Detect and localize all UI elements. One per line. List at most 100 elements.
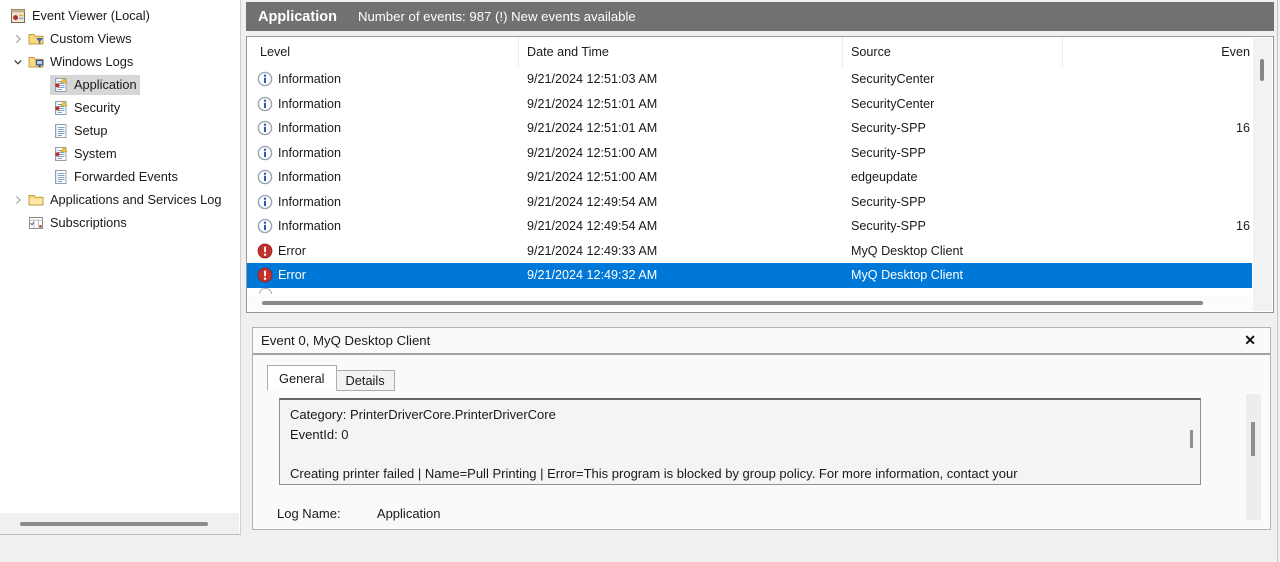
event-viewer-icon xyxy=(10,8,27,24)
datetime-cell: 9/21/2024 12:49:32 AM xyxy=(519,268,843,282)
event-viewer-window: Event Viewer (Local) Custom Views Windows … xyxy=(0,0,1280,562)
chevron-right-icon[interactable] xyxy=(10,192,26,208)
level-cell: Error xyxy=(247,267,519,283)
folder-filter-icon xyxy=(28,31,45,47)
folder-monitor-icon xyxy=(28,54,45,70)
chevron-right-icon[interactable] xyxy=(10,31,26,47)
information-icon xyxy=(257,169,273,185)
tab-general[interactable]: General xyxy=(267,365,337,391)
chevron-down-icon[interactable] xyxy=(10,54,26,70)
source-cell: Security-SPP xyxy=(843,219,1063,233)
log-title: Application xyxy=(258,9,337,25)
event-description-box[interactable]: Category: PrinterDriverCore.PrinterDrive… xyxy=(279,398,1201,485)
tree-item-label: Subscriptions xyxy=(50,215,127,230)
tree-item-subscriptions[interactable]: Subscriptions xyxy=(0,211,240,234)
level-cell: Information xyxy=(247,169,519,185)
information-icon xyxy=(257,96,273,112)
tree-item-application[interactable]: Application xyxy=(0,73,240,96)
log-header-bar: Application Number of events: 987 (!) Ne… xyxy=(246,2,1274,31)
tree-item-label: Application xyxy=(74,77,137,92)
tree-item-setup[interactable]: Setup xyxy=(0,119,240,142)
tree-item-label: Forwarded Events xyxy=(74,169,178,184)
subscriptions-icon xyxy=(28,215,45,231)
event-rows: Information9/21/2024 12:51:03 AMSecurity… xyxy=(247,67,1273,288)
level-label: Error xyxy=(278,268,306,282)
datetime-cell: 9/21/2024 12:51:03 AM xyxy=(519,72,843,86)
information-icon xyxy=(257,194,273,210)
tree-item-windows-logs[interactable]: Windows Logs xyxy=(0,50,240,73)
error-icon xyxy=(257,267,273,283)
level-label: Information xyxy=(278,97,341,111)
tree-item-event-viewer-local[interactable]: Event Viewer (Local) xyxy=(0,4,240,27)
event-row[interactable]: Error9/21/2024 12:49:33 AMMyQ Desktop Cl… xyxy=(247,239,1252,264)
description-error-line: Creating printer failed | Name=Pull Prin… xyxy=(290,464,1190,484)
source-cell: MyQ Desktop Client xyxy=(843,268,1063,282)
description-eventid-line: EventId: 0 xyxy=(290,425,1190,445)
scrollbar-thumb[interactable] xyxy=(1251,422,1255,456)
event-id-cell: 16 xyxy=(1063,121,1252,135)
event-row[interactable]: Information9/21/2024 12:51:01 AMSecurity… xyxy=(247,116,1252,141)
datetime-cell: 9/21/2024 12:51:00 AM xyxy=(519,170,843,184)
tree-item-label: Custom Views xyxy=(50,31,132,46)
event-row[interactable]: Error 9/21/2024 12:49:32 AMMyQ Desktop Cl… xyxy=(247,263,1252,288)
level-label: Information xyxy=(278,72,341,86)
level-label: Information xyxy=(278,146,341,160)
event-row[interactable]: Information9/21/2024 12:51:00 AMedgeupda… xyxy=(247,165,1252,190)
tree-item-forwarded-events[interactable]: Forwarded Events xyxy=(0,165,240,188)
tree-item-system[interactable]: System xyxy=(0,142,240,165)
source-cell: SecurityCenter xyxy=(843,72,1063,86)
event-row[interactable]: Information9/21/2024 12:49:54 AMSecurity… xyxy=(247,190,1252,215)
scrollbar-thumb[interactable] xyxy=(1260,59,1264,81)
column-header-event-id[interactable]: Even xyxy=(1063,37,1252,67)
column-header-level[interactable]: Level xyxy=(247,37,519,67)
error-icon xyxy=(257,243,273,259)
source-cell: edgeupdate xyxy=(843,170,1063,184)
source-cell: Security-SPP xyxy=(843,121,1063,135)
tree-item-label: System xyxy=(74,146,117,161)
column-header-date-and-time[interactable]: Date and Time xyxy=(519,37,843,67)
column-header-source[interactable]: Source xyxy=(843,37,1063,67)
source-cell: SecurityCenter xyxy=(843,97,1063,111)
scrollbar-thumb[interactable] xyxy=(20,522,208,526)
level-cell: Information xyxy=(247,194,519,210)
console-tree-panel: Event Viewer (Local) Custom Views Windows … xyxy=(0,0,241,535)
level-cell: Information xyxy=(247,218,519,234)
description-scrollbar-thumb[interactable] xyxy=(1190,430,1193,448)
preview-vertical-scrollbar[interactable] xyxy=(1246,394,1261,520)
datetime-cell: 9/21/2024 12:49:54 AM xyxy=(519,195,843,209)
list-header-row: Level Date and Time Source Even xyxy=(247,37,1252,67)
level-label: Information xyxy=(278,195,341,209)
tree-item-label: Applications and Services Log xyxy=(50,192,221,207)
close-icon[interactable]: ✕ xyxy=(1244,332,1256,349)
information-icon xyxy=(257,120,273,136)
tree-item-custom-views[interactable]: Custom Views xyxy=(0,27,240,50)
preview-tabs: General Details xyxy=(267,364,1270,391)
event-row[interactable]: Information 9/21/2024 12:51:03 AMSecurity… xyxy=(247,67,1252,92)
event-preview-pane: Event 0, MyQ Desktop Client ✕ General De… xyxy=(252,327,1271,530)
tree-item-label: Setup xyxy=(74,123,107,138)
chevron-spacer xyxy=(10,215,26,231)
window-right-border xyxy=(1277,0,1278,562)
datetime-cell: 9/21/2024 12:51:00 AM xyxy=(519,146,843,160)
event-list-panel: Level Date and Time Source Even Informat… xyxy=(246,36,1274,313)
log-name-value: Application xyxy=(377,506,441,521)
tree-item-security[interactable]: Security xyxy=(0,96,240,119)
log-plain-icon xyxy=(52,169,69,185)
sidebar-horizontal-scrollbar[interactable] xyxy=(0,513,239,534)
event-row[interactable]: Information9/21/2024 12:51:01 AMSecurity… xyxy=(247,92,1252,117)
log-name-row: Log Name: Application xyxy=(277,506,441,521)
level-label: Information xyxy=(278,121,341,135)
tab-details[interactable]: Details xyxy=(336,370,395,391)
list-horizontal-scrollbar[interactable] xyxy=(248,295,1252,311)
level-label: Error xyxy=(278,244,306,258)
list-vertical-scrollbar[interactable] xyxy=(1253,38,1272,311)
preview-title-bar: Event 0, MyQ Desktop Client ✕ xyxy=(253,328,1270,355)
event-row[interactable]: Information9/21/2024 12:51:00 AMSecurity… xyxy=(247,141,1252,166)
event-row[interactable]: Information9/21/2024 12:49:54 AMSecurity… xyxy=(247,214,1252,239)
log-name-label: Log Name: xyxy=(277,506,374,521)
tree-item-applications-and-services-log[interactable]: Applications and Services Log xyxy=(0,188,240,211)
log-alert-icon xyxy=(52,77,69,93)
scrollbar-thumb[interactable] xyxy=(262,301,1203,305)
log-alert-icon xyxy=(52,146,69,162)
tree-item-label: Security xyxy=(74,100,120,115)
